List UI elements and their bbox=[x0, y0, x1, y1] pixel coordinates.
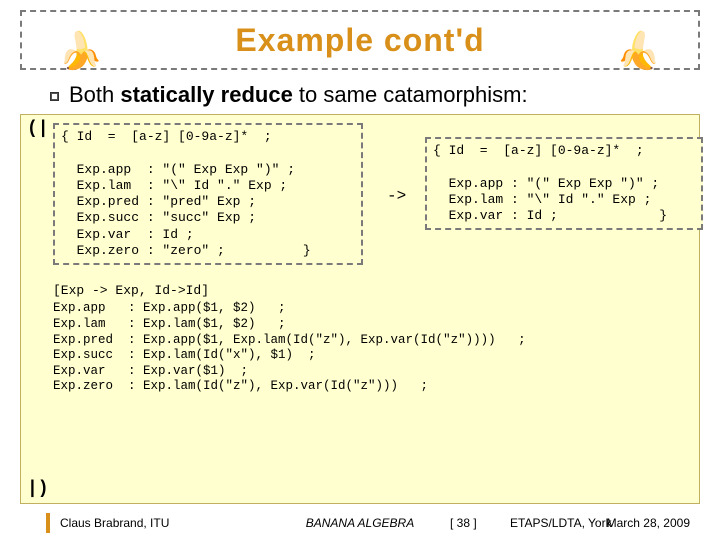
footer-page: [ 38 ] bbox=[450, 516, 477, 530]
source-grammar-panel: { Id = [a-z] [0-9a-z]* ; Exp.app : "(" E… bbox=[53, 123, 363, 265]
type-signature: [Exp -> Exp, Id->Id] bbox=[53, 283, 691, 299]
source-grammar: { Id = [a-z] [0-9a-z]* ; Exp.app : "(" E… bbox=[61, 129, 355, 259]
title-frame: 🍌 Example cont'd 🍌 bbox=[20, 10, 700, 70]
bullet-prefix: Both bbox=[69, 82, 120, 107]
slide-title: Example cont'd bbox=[235, 22, 484, 59]
bullet-line: Both statically reduce to same catamorph… bbox=[50, 82, 700, 108]
bullet-suffix: to same catamorphism: bbox=[293, 82, 528, 107]
slide: 🍌 Example cont'd 🍌 Both statically reduc… bbox=[0, 0, 720, 540]
footer: Claus Brabrand, ITU BANANA ALGEBRA [ 38 … bbox=[20, 512, 700, 534]
banana-icon-left: 🍌 bbox=[58, 30, 103, 72]
code-block: (| { Id = [a-z] [0-9a-z]* ; Exp.app : "(… bbox=[20, 114, 700, 504]
banana-icon-right: 🍌 bbox=[617, 30, 662, 72]
target-grammar: { Id = [a-z] [0-9a-z]* ; Exp.app : "(" E… bbox=[433, 143, 695, 224]
footer-venue: ETAPS/LDTA, York bbox=[510, 516, 612, 530]
catamorphism-rules: Exp.app : Exp.app($1, $2) ; Exp.lam : Ex… bbox=[53, 301, 691, 395]
content-area: Both statically reduce to same catamorph… bbox=[20, 82, 700, 504]
footer-date: March 28, 2009 bbox=[607, 516, 690, 530]
grammar-row: { Id = [a-z] [0-9a-z]* ; Exp.app : "(" E… bbox=[29, 121, 691, 281]
bullet-strong: statically reduce bbox=[120, 82, 292, 107]
arrow-symbol: -> bbox=[387, 187, 406, 205]
bullet-icon bbox=[50, 92, 59, 101]
target-grammar-panel: { Id = [a-z] [0-9a-z]* ; Exp.app : "(" E… bbox=[425, 137, 703, 230]
close-banana-bracket: |) bbox=[27, 479, 49, 499]
